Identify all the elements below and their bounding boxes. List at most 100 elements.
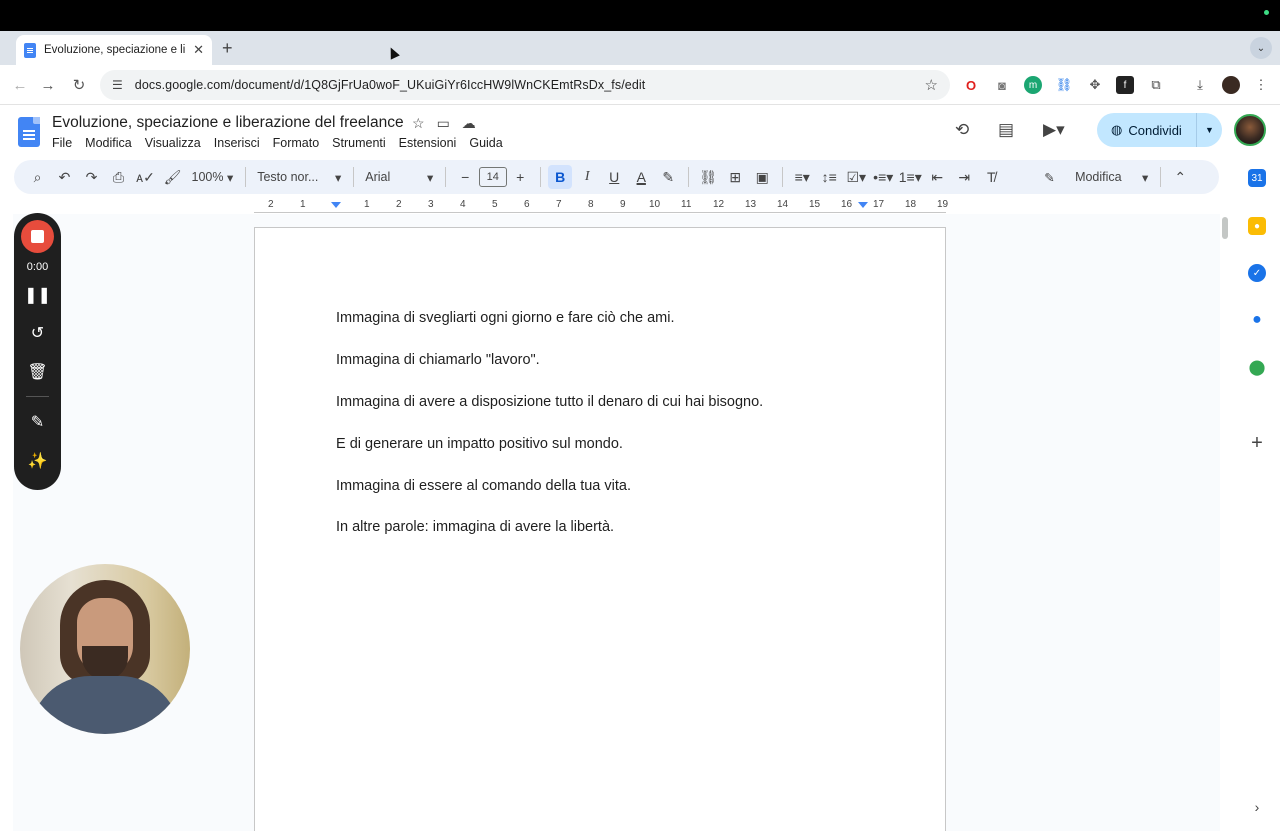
maps-icon[interactable]: ⬤	[1248, 358, 1266, 376]
document-title[interactable]: Evoluzione, speciazione e liberazione de…	[52, 114, 404, 132]
font-select[interactable]: Arial ▾	[361, 165, 437, 189]
reload-icon[interactable]: ↻	[67, 73, 91, 97]
draw-pencil-icon[interactable]: ✎	[14, 412, 61, 432]
camera-extension-icon[interactable]: ◙	[993, 76, 1011, 94]
f-extension-icon[interactable]: f	[1116, 76, 1134, 94]
decrease-font-size-icon[interactable]: −	[453, 165, 477, 189]
star-icon[interactable]: ☆	[412, 115, 425, 132]
checklist-icon[interactable]: ☑▾	[844, 165, 868, 189]
ruler-number: 11	[681, 199, 692, 210]
address-bar[interactable]: ☰ docs.google.com/document/d/1Q8GjFrUa0w…	[100, 70, 950, 100]
add-comment-icon[interactable]: ⊞	[723, 165, 747, 189]
share-dropdown-icon[interactable]: ▼	[1197, 125, 1222, 135]
download-icon[interactable]: ⤓	[1191, 76, 1209, 94]
get-addons-icon[interactable]: +	[1248, 432, 1266, 454]
show-side-panel-icon[interactable]: ›	[1248, 798, 1266, 816]
bulleted-list-icon[interactable]: •≡▾	[871, 165, 895, 189]
numbered-list-icon[interactable]: 1≡▾	[898, 165, 922, 189]
document-paragraph[interactable]: E di generare un impatto positivo sul mo…	[336, 436, 623, 452]
tab-strip: Evoluzione, speciazione e libe ✕ + ⌄	[0, 31, 1280, 65]
menu-formato[interactable]: Formato	[273, 136, 320, 150]
underline-icon[interactable]: U	[602, 165, 626, 189]
tasks-icon[interactable]: ✓	[1248, 264, 1266, 282]
spellcheck-icon[interactable]: ᴀ✓	[134, 165, 158, 189]
document-paragraph[interactable]: In altre parole: immagina di avere la li…	[336, 519, 614, 535]
menu-file[interactable]: File	[52, 136, 72, 150]
horizontal-ruler[interactable]: 2 1 1 2 3 4 5 6 7 8 9 10 11 12 13 14 15 …	[254, 197, 948, 215]
insert-image-icon[interactable]: ▣	[750, 165, 774, 189]
zoom-select[interactable]: 100% ▾	[188, 165, 238, 189]
collapse-toolbar-icon[interactable]: ⌃	[1168, 165, 1192, 189]
decrease-indent-icon[interactable]: ⇤	[925, 165, 949, 189]
toolbar-divider	[1159, 167, 1161, 187]
menu-inserisci[interactable]: Inserisci	[214, 136, 260, 150]
document-paragraph[interactable]: Immagina di essere al comando della tua …	[336, 478, 631, 494]
menu-visualizza[interactable]: Visualizza	[145, 136, 201, 150]
link-extension-icon[interactable]: ⛓	[1055, 76, 1073, 94]
move-extension-icon[interactable]: ✥	[1086, 76, 1104, 94]
meet-icon[interactable]: ▶▾	[1043, 120, 1065, 140]
account-avatar[interactable]	[1234, 114, 1266, 146]
forward-icon[interactable]: →	[36, 73, 60, 97]
vertical-scrollbar[interactable]	[1222, 217, 1228, 239]
profile-avatar-icon[interactable]	[1222, 76, 1240, 94]
calendar-icon[interactable]: 31	[1248, 169, 1266, 187]
bookmark-star-icon[interactable]: ☆	[925, 76, 938, 94]
align-icon[interactable]: ≡▾	[790, 165, 814, 189]
menu-estensioni[interactable]: Estensioni	[399, 136, 457, 150]
toolbar-divider	[781, 167, 783, 187]
menu-guida[interactable]: Guida	[469, 136, 502, 150]
tab-search-button[interactable]: ⌄	[1250, 37, 1272, 59]
increase-indent-icon[interactable]: ⇥	[952, 165, 976, 189]
redo-icon[interactable]: ↷	[80, 165, 104, 189]
new-tab-button[interactable]: +	[222, 38, 233, 59]
document-paragraph[interactable]: Immagina di chiamarlo "lavoro".	[336, 352, 540, 368]
text-color-icon[interactable]: A	[629, 165, 653, 189]
insert-link-icon[interactable]: ⛓	[696, 165, 720, 189]
right-indent-marker[interactable]	[858, 202, 868, 208]
line-spacing-icon[interactable]: ↕≡	[817, 165, 841, 189]
paint-format-icon[interactable]: 🖌	[161, 165, 185, 189]
effects-wand-icon[interactable]: ✨	[14, 451, 61, 471]
keep-icon[interactable]: ●	[1248, 217, 1266, 235]
stop-recording-button[interactable]	[21, 220, 54, 253]
style-select[interactable]: Testo nor... ▾	[253, 165, 345, 189]
extensions-puzzle-icon[interactable]: ⧉	[1147, 76, 1165, 94]
share-button[interactable]: ◍ Condividi ▼	[1097, 113, 1222, 147]
webcam-bubble[interactable]	[20, 564, 190, 734]
site-settings-icon[interactable]: ☰	[112, 78, 123, 92]
docs-logo-icon[interactable]	[18, 117, 40, 147]
highlight-color-icon[interactable]: ✎	[656, 165, 680, 189]
editing-mode-select[interactable]: ✎ Modifica ▾	[1040, 165, 1152, 189]
m-extension-icon[interactable]: m	[1024, 76, 1042, 94]
format-toolbar: ⌕ ↶ ↷ ⎙ ᴀ✓ 🖌 100% ▾ Testo nor... ▾ Arial ▾…	[14, 160, 1219, 194]
move-folder-icon[interactable]: ▭	[437, 115, 450, 132]
cloud-saved-icon[interactable]: ☁	[462, 115, 476, 132]
browser-menu-icon[interactable]: ⋮	[1252, 76, 1270, 94]
comments-icon[interactable]: ▤	[998, 120, 1014, 140]
clear-formatting-icon[interactable]: T̸	[979, 165, 1003, 189]
search-menus-icon[interactable]: ⌕	[26, 165, 50, 189]
increase-font-size-icon[interactable]: +	[508, 165, 532, 189]
version-history-icon[interactable]: ⟲	[955, 120, 969, 140]
menu-modifica[interactable]: Modifica	[85, 136, 132, 150]
pause-icon[interactable]: ❚❚	[14, 285, 61, 305]
font-size-input[interactable]: 14	[478, 167, 507, 187]
restart-icon[interactable]: ↺	[14, 323, 61, 343]
bold-icon[interactable]: B	[548, 165, 573, 189]
italic-icon[interactable]: I	[575, 165, 599, 189]
contacts-icon[interactable]: ●	[1248, 311, 1266, 329]
undo-icon[interactable]: ↶	[53, 165, 77, 189]
back-icon[interactable]: ←	[8, 73, 32, 97]
toolbar-divider	[539, 167, 541, 187]
document-paragraph[interactable]: Immagina di avere a disposizione tutto i…	[336, 394, 763, 410]
print-icon[interactable]: ⎙	[107, 165, 131, 189]
opera-extension-icon[interactable]: O	[962, 76, 980, 94]
tab-close-button[interactable]: ✕	[193, 42, 204, 58]
browser-tab[interactable]: Evoluzione, speciazione e libe ✕	[16, 35, 212, 65]
left-indent-marker[interactable]	[331, 202, 341, 208]
document-paragraph[interactable]: Immagina di svegliarti ogni giorno e far…	[336, 310, 675, 326]
delete-icon[interactable]: 🗑	[14, 362, 61, 382]
side-panel: 31 ● ✓ ● ⬤ + ›	[1232, 158, 1280, 831]
menu-strumenti[interactable]: Strumenti	[332, 136, 386, 150]
